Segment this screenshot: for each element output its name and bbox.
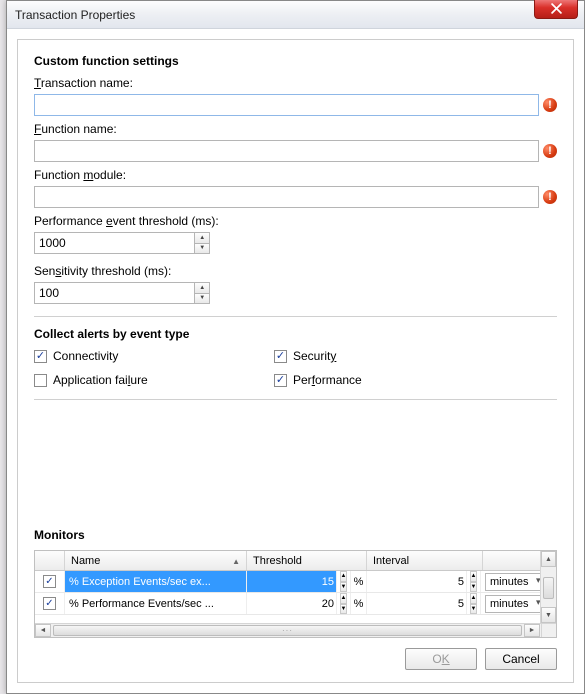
col-checkbox[interactable] [35, 551, 65, 570]
row-checkbox[interactable] [43, 575, 56, 588]
scroll-left-icon[interactable]: ◄ [35, 624, 51, 637]
performance-label: Performance [293, 373, 362, 387]
pct-label: % [351, 593, 367, 614]
table-row[interactable]: % Exception Events/sec ex... 15 ▲▼ % 5 ▲… [35, 571, 556, 593]
checkbox-icon [34, 374, 47, 387]
dialog-window: Transaction Properties Custom function s… [6, 0, 585, 694]
row-threshold[interactable]: 15 [247, 571, 337, 592]
spinner-buttons[interactable]: ▲▼ [467, 593, 481, 614]
chevron-up-icon: ▲ [340, 571, 348, 582]
error-icon: ! [543, 98, 557, 112]
connectivity-checkbox[interactable]: Connectivity [34, 349, 274, 363]
transaction-name-input[interactable] [34, 94, 539, 116]
perf-threshold-spinner[interactable]: ▲▼ [34, 232, 210, 254]
close-icon [551, 3, 562, 14]
spinner-buttons[interactable]: ▲▼ [337, 571, 351, 592]
application-failure-label: Application failure [53, 373, 148, 387]
cancel-button[interactable]: Cancel [485, 648, 557, 670]
custom-settings-heading: Custom function settings [34, 54, 557, 68]
title-bar: Transaction Properties [7, 1, 584, 29]
dialog-footer: OK Cancel [405, 648, 557, 670]
scroll-thumb[interactable] [543, 577, 554, 599]
unit-select[interactable]: minutes [485, 573, 544, 591]
scroll-thumb[interactable]: ··· [53, 625, 522, 636]
security-label: Security [293, 349, 336, 363]
scroll-up-icon[interactable]: ▲ [541, 551, 556, 567]
spinner-buttons[interactable]: ▲▼ [194, 283, 209, 303]
row-threshold[interactable]: 20 [247, 593, 337, 614]
checkbox-icon [274, 374, 287, 387]
dialog-content: Custom function settings Transaction nam… [17, 39, 574, 683]
horizontal-scrollbar[interactable]: ◄ ··· ► [35, 623, 556, 637]
row-name: % Exception Events/sec ex... [65, 571, 247, 592]
chevron-up-icon: ▲ [340, 593, 348, 604]
sensitivity-threshold-input[interactable] [35, 283, 194, 303]
row-interval[interactable]: 5 [367, 571, 467, 592]
sensitivity-threshold-label: Sensitivity threshold (ms): [34, 264, 557, 278]
application-failure-checkbox[interactable]: Application failure [34, 373, 274, 387]
table-row[interactable]: % Performance Events/sec ... 20 ▲▼ % 5 ▲… [35, 593, 556, 615]
chevron-down-icon: ▼ [340, 582, 348, 593]
chevron-up-icon[interactable]: ▲ [195, 283, 209, 294]
monitors-table: Name▲ Threshold Interval % Exception Eve… [34, 550, 557, 638]
spinner-buttons[interactable]: ▲▼ [194, 233, 209, 253]
error-icon: ! [543, 190, 557, 204]
spinner-buttons[interactable]: ▲▼ [467, 571, 481, 592]
function-name-input[interactable] [34, 140, 539, 162]
ok-button[interactable]: OK [405, 648, 477, 670]
unit-select[interactable]: minutes [485, 595, 544, 613]
close-button[interactable] [534, 0, 578, 19]
error-icon: ! [543, 144, 557, 158]
row-interval[interactable]: 5 [367, 593, 467, 614]
chevron-down-icon: ▼ [470, 582, 478, 593]
scroll-right-icon[interactable]: ► [524, 624, 540, 637]
transaction-name-label: Transaction name: [34, 76, 557, 90]
pct-label: % [351, 571, 367, 592]
col-interval[interactable]: Interval [367, 551, 483, 570]
alerts-grid: Connectivity Security Application failur… [34, 349, 557, 387]
function-name-label: Function name: [34, 122, 557, 136]
connectivity-label: Connectivity [53, 349, 118, 363]
col-name[interactable]: Name▲ [65, 551, 247, 570]
col-threshold[interactable]: Threshold [247, 551, 367, 570]
checkbox-icon [34, 350, 47, 363]
separator [34, 316, 557, 317]
checkbox-icon [274, 350, 287, 363]
spinner-buttons[interactable]: ▲▼ [337, 593, 351, 614]
chevron-up-icon: ▲ [470, 571, 478, 582]
chevron-down-icon[interactable]: ▼ [195, 244, 209, 254]
security-checkbox[interactable]: Security [274, 349, 557, 363]
performance-checkbox[interactable]: Performance [274, 373, 557, 387]
chevron-up-icon[interactable]: ▲ [195, 233, 209, 244]
chevron-up-icon: ▲ [470, 593, 478, 604]
chevron-down-icon[interactable]: ▼ [195, 294, 209, 304]
sort-asc-icon: ▲ [232, 557, 240, 566]
row-name: % Performance Events/sec ... [65, 593, 247, 614]
window-title: Transaction Properties [15, 8, 135, 22]
function-module-label: Function module: [34, 168, 557, 182]
alerts-heading: Collect alerts by event type [34, 327, 557, 341]
function-module-input[interactable] [34, 186, 539, 208]
chevron-down-icon: ▼ [470, 604, 478, 615]
monitors-header: Name▲ Threshold Interval [35, 551, 556, 571]
perf-threshold-label: Performance event threshold (ms): [34, 214, 557, 228]
scroll-corner [541, 624, 556, 637]
monitors-heading: Monitors [34, 528, 557, 542]
perf-threshold-input[interactable] [35, 233, 194, 253]
chevron-down-icon: ▼ [340, 604, 348, 615]
separator [34, 399, 557, 400]
scroll-down-icon[interactable]: ▼ [541, 607, 556, 623]
vertical-scrollbar[interactable]: ▲ ▼ [540, 551, 556, 623]
sensitivity-threshold-spinner[interactable]: ▲▼ [34, 282, 210, 304]
row-checkbox[interactable] [43, 597, 56, 610]
